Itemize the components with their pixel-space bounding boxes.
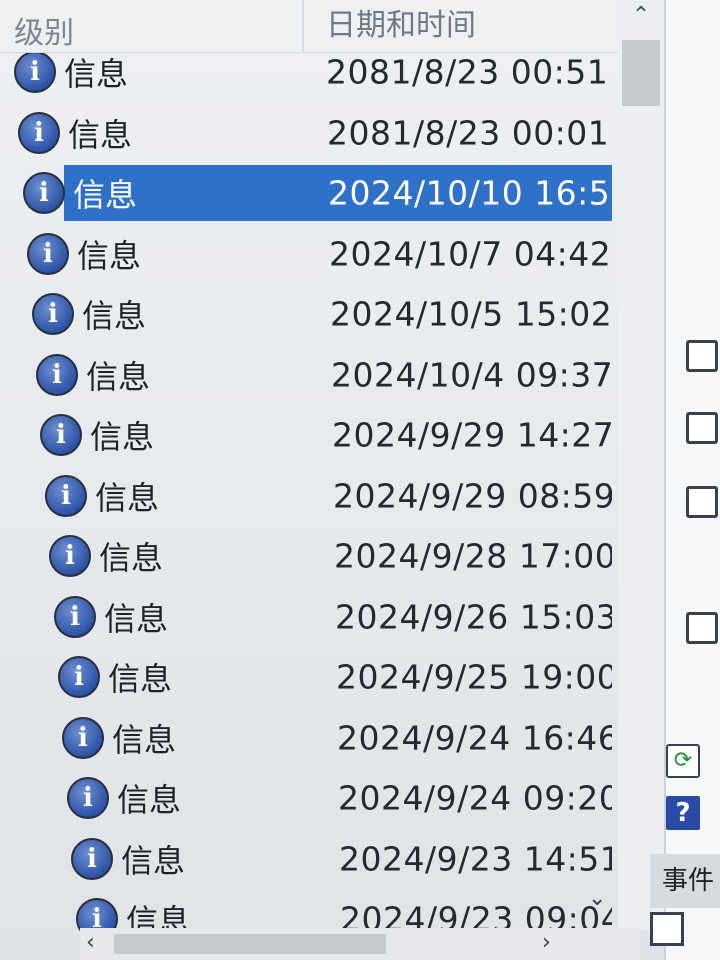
table-row[interactable]: i 信息 2024/9/23 14:51 xyxy=(0,831,612,887)
row-level: 信息 xyxy=(117,781,182,819)
horizontal-scroll-thumb[interactable] xyxy=(114,934,386,954)
row-level: 信息 xyxy=(64,55,129,93)
info-icon: i xyxy=(71,837,113,880)
row-level: 信息 xyxy=(95,478,160,517)
table-row[interactable]: i 信息 2024/10/10 16:5 xyxy=(0,165,612,221)
row-content: i 信息 2024/10/4 09:37 xyxy=(0,347,612,403)
info-icon: i xyxy=(67,777,109,819)
table-row[interactable]: i 信息 2024/9/24 16:46 xyxy=(0,710,612,766)
column-header-level[interactable]: 级别 xyxy=(14,8,74,52)
row-datetime: 2024/10/5 15:02 xyxy=(330,294,612,334)
column-header-datetime[interactable]: 日期和时间 xyxy=(326,0,476,44)
table-row[interactable]: i 信息 2024/9/25 19:00 xyxy=(0,649,612,705)
info-icon: i xyxy=(23,172,65,214)
row-datetime: 2024/9/29 14:27 xyxy=(332,415,612,455)
row-level: 信息 xyxy=(121,841,186,880)
row-datetime: 2024/9/24 16:46 xyxy=(337,718,612,757)
table-row[interactable]: i 信息 2024/9/26 15:03 xyxy=(0,589,612,645)
row-datetime: 2024/9/25 19:00 xyxy=(336,657,612,697)
scroll-up-icon[interactable]: ⌃ xyxy=(628,4,654,28)
event-list: i 信息 2081/8/23 00:51 i 信息 2081/8/23 00:01 i 信息 2… xyxy=(0,0,620,940)
scroll-left-icon[interactable]: ‹ xyxy=(86,930,95,955)
row-datetime: 2024/10/10 16:5 xyxy=(328,173,611,213)
column-header: 级别 日期和时间 xyxy=(0,0,620,53)
info-icon: i xyxy=(18,111,60,154)
row-content: i 信息 2024/9/29 14:27 xyxy=(0,407,612,463)
row-level: 信息 xyxy=(82,297,147,335)
event-properties-icon[interactable] xyxy=(650,912,684,946)
row-level: 信息 xyxy=(73,176,138,214)
info-icon: i xyxy=(14,51,56,93)
table-row[interactable]: i 信息 2081/8/23 00:01 xyxy=(0,105,612,161)
event-viewer-window: i 信息 2081/8/23 00:51 i 信息 2081/8/23 00:01 i 信息 2… xyxy=(0,0,720,960)
info-icon: i xyxy=(54,595,96,638)
table-row[interactable]: i 信息 2024/9/24 09:20 xyxy=(0,770,612,826)
filter-icon[interactable] xyxy=(686,612,718,644)
events-section-label: 事件 xyxy=(650,854,720,908)
row-datetime: 2024/9/26 15:03 xyxy=(335,597,612,636)
row-level: 信息 xyxy=(77,236,142,275)
info-icon: i xyxy=(36,353,78,396)
table-row[interactable]: i 信息 2024/10/5 15:02 xyxy=(0,286,612,342)
row-content: i 信息 2024/10/5 15:02 xyxy=(0,286,612,342)
row-datetime: 2024/10/7 04:42 xyxy=(329,234,612,273)
info-icon: i xyxy=(58,656,100,698)
refresh-icon[interactable]: ⟳ xyxy=(666,744,700,778)
row-datetime: 2081/8/23 00:51 xyxy=(326,52,609,92)
row-level: 信息 xyxy=(90,418,155,456)
row-datetime: 2024/9/24 09:20 xyxy=(338,778,612,818)
table-row[interactable]: i 信息 2024/10/4 09:37 xyxy=(0,347,612,403)
row-content: i 信息 2024/9/23 14:51 xyxy=(0,831,612,887)
table-row[interactable]: i 信息 2024/9/29 08:59 xyxy=(0,468,612,524)
vertical-scroll-thumb[interactable] xyxy=(622,40,660,106)
row-datetime: 2024/9/29 08:59 xyxy=(333,476,612,515)
row-content: i 信息 2081/8/23 00:01 xyxy=(0,105,612,161)
row-level: 信息 xyxy=(68,115,133,154)
row-content: i 信息 2024/9/26 15:03 xyxy=(0,589,612,645)
scroll-right-icon[interactable]: › xyxy=(542,930,551,955)
row-level: 信息 xyxy=(112,720,177,759)
info-icon: i xyxy=(62,716,104,759)
table-row[interactable]: i 信息 2024/9/28 17:00 xyxy=(0,528,612,584)
info-icon: i xyxy=(40,414,82,456)
row-content: i 信息 2024/9/29 08:59 xyxy=(0,468,612,524)
row-datetime: 2024/10/4 09:37 xyxy=(331,355,612,394)
save-icon[interactable] xyxy=(686,486,718,518)
info-icon: i xyxy=(32,293,74,335)
vertical-scrollbar[interactable]: ⌃ xyxy=(618,0,664,930)
row-datetime: 2081/8/23 00:01 xyxy=(327,113,610,152)
column-divider[interactable] xyxy=(302,0,304,52)
users-icon[interactable] xyxy=(686,412,718,444)
row-level: 信息 xyxy=(86,357,151,396)
table-row[interactable]: i 信息 2024/9/29 14:27 xyxy=(0,407,612,463)
row-content: i 信息 2024/9/28 17:00 xyxy=(0,528,612,584)
document-icon[interactable] xyxy=(686,340,718,372)
row-content: i 信息 2024/9/24 09:20 xyxy=(0,770,612,826)
info-icon: i xyxy=(27,232,69,275)
row-content: i 信息 2024/10/7 04:42 xyxy=(0,226,612,282)
horizontal-scrollbar[interactable]: ‹ › xyxy=(80,928,640,960)
row-level: 信息 xyxy=(108,660,173,698)
row-level: 信息 xyxy=(99,539,164,577)
help-icon[interactable]: ? xyxy=(666,796,700,830)
row-datetime: 2024/9/28 17:00 xyxy=(334,536,612,576)
info-icon: i xyxy=(45,474,87,517)
scroll-down-icon[interactable]: ⌄ xyxy=(588,886,606,911)
table-row[interactable]: i 信息 2024/10/7 04:42 xyxy=(0,226,612,282)
row-level: 信息 xyxy=(104,599,169,638)
row-content: i 信息 2024/9/25 19:00 xyxy=(0,649,612,705)
row-content: i 信息 2024/9/24 16:46 xyxy=(0,710,612,766)
row-datetime: 2024/9/23 14:51 xyxy=(339,839,612,878)
row-content: i 信息 2024/10/10 16:5 xyxy=(0,165,612,221)
info-icon: i xyxy=(49,535,91,577)
